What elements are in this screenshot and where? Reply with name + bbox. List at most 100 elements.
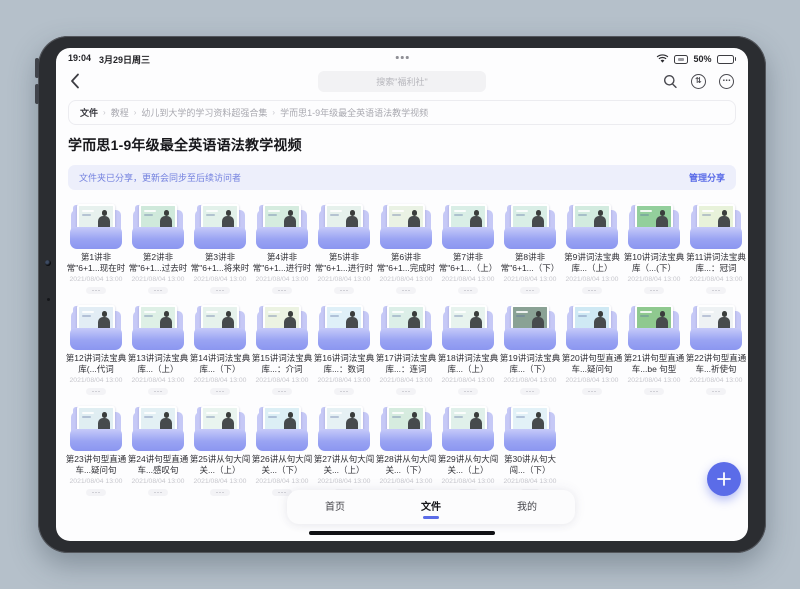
tab-item-home[interactable]: 首页: [287, 490, 383, 524]
folder-icon: [689, 203, 743, 249]
item-more-button[interactable]: [148, 287, 168, 294]
item-more-button[interactable]: [210, 287, 230, 294]
breadcrumb-separator: ›: [272, 108, 275, 117]
item-more-button[interactable]: [396, 287, 416, 294]
home-indicator[interactable]: [309, 531, 495, 536]
breadcrumb-segment[interactable]: 幼儿到大学的学习资料超强合集: [141, 106, 267, 119]
folder-item[interactable]: 第6讲非常"6+1...完成时 2021/08/04 13:00: [375, 203, 437, 294]
status-bar: 19:04 3月29日周三 50%: [56, 48, 748, 66]
folder-item[interactable]: 第17讲词法宝典库...：连词 2021/08/04 13:00: [375, 304, 437, 395]
folder-icon: [69, 203, 123, 249]
battery-icon: [717, 55, 737, 64]
sort-icon[interactable]: ⇅: [691, 74, 706, 89]
item-more-button[interactable]: [272, 388, 292, 395]
breadcrumb-segment[interactable]: 教程: [111, 106, 129, 119]
item-more-button[interactable]: [210, 489, 230, 496]
folder-date: 2021/08/04 13:00: [437, 377, 499, 384]
more-options-icon[interactable]: ⋯: [719, 74, 734, 89]
folder-date: 2021/08/04 13:00: [685, 377, 747, 384]
folder-name: 第11讲词法宝典库...：冠词: [685, 252, 747, 275]
back-button[interactable]: [70, 72, 88, 90]
search-icon[interactable]: [663, 74, 678, 89]
folder-item[interactable]: 第20讲句型直通车...疑问句 2021/08/04 13:00: [561, 304, 623, 395]
item-more-button[interactable]: [86, 489, 106, 496]
front-camera: [45, 260, 51, 266]
folder-name: 第16讲词法宝典库...：数词: [313, 353, 375, 376]
folder-item[interactable]: 第29讲从句大闯关...（上） 2021/08/04 13:00: [437, 405, 499, 496]
folder-item[interactable]: 第22讲句型直通车...祈使句 2021/08/04 13:00: [685, 304, 747, 395]
folder-icon: [317, 405, 371, 451]
folder-item[interactable]: 第27讲从句大闯关...（上） 2021/08/04 13:00: [313, 405, 375, 496]
item-more-button[interactable]: [396, 388, 416, 395]
folder-grid: 第1讲非常"6+1...现在时 2021/08/04 13:00 第2讲非常"6…: [65, 203, 739, 496]
folder-item[interactable]: 第12讲词法宝典库(...代词 2021/08/04 13:00: [65, 304, 127, 395]
folder-icon: [255, 304, 309, 350]
folder-item[interactable]: 第10讲词法宝典库（...(下） 2021/08/04 13:00: [623, 203, 685, 294]
item-more-button[interactable]: [458, 388, 478, 395]
folder-name: 第5讲非常"6+1...进行时: [313, 252, 375, 275]
folder-item[interactable]: 第25讲从句大闯关...（上） 2021/08/04 13:00: [189, 405, 251, 496]
folder-name: 第22讲句型直通车...祈使句: [685, 353, 747, 376]
folder-item[interactable]: 第5讲非常"6+1...进行时 2021/08/04 13:00: [313, 203, 375, 294]
item-more-button[interactable]: [582, 287, 602, 294]
item-more-button[interactable]: [520, 287, 540, 294]
item-more-button[interactable]: [582, 388, 602, 395]
item-more-button[interactable]: [148, 489, 168, 496]
search-input[interactable]: 搜索"福利社": [318, 71, 486, 92]
folder-item[interactable]: 第14讲词法宝典库...（下） 2021/08/04 13:00: [189, 304, 251, 395]
folder-date: 2021/08/04 13:00: [127, 276, 189, 283]
folder-item[interactable]: 第24讲句型直通车...感叹句 2021/08/04 13:00: [127, 405, 189, 496]
manage-share-link[interactable]: 管理分享: [689, 171, 725, 184]
status-time: 19:04: [68, 53, 91, 66]
folder-date: 2021/08/04 13:00: [127, 478, 189, 485]
folder-item[interactable]: 第4讲非常"6+1...进行时 2021/08/04 13:00: [251, 203, 313, 294]
folder-date: 2021/08/04 13:00: [313, 478, 375, 485]
folder-icon: [193, 203, 247, 249]
folder-item[interactable]: 第23讲句型直通车...疑问句 2021/08/04 13:00: [65, 405, 127, 496]
folder-date: 2021/08/04 13:00: [251, 276, 313, 283]
tab-item-files[interactable]: 文件: [383, 490, 479, 524]
folder-item[interactable]: 第26讲从句大闯关...（下） 2021/08/04 13:00: [251, 405, 313, 496]
folder-item[interactable]: 第21讲句型直通车...be 句型 2021/08/04 13:00: [623, 304, 685, 395]
item-more-button[interactable]: [458, 287, 478, 294]
item-more-button[interactable]: [86, 287, 106, 294]
folder-item[interactable]: 第15讲词法宝典库...：介词 2021/08/04 13:00: [251, 304, 313, 395]
folder-item[interactable]: 第11讲词法宝典库...：冠词 2021/08/04 13:00: [685, 203, 747, 294]
folder-icon: [255, 405, 309, 451]
item-more-button[interactable]: [706, 287, 726, 294]
folder-item[interactable]: 第19讲词法宝典库...（下） 2021/08/04 13:00: [499, 304, 561, 395]
item-more-button[interactable]: [272, 287, 292, 294]
folder-item[interactable]: 第13讲词法宝典库...（上） 2021/08/04 13:00: [127, 304, 189, 395]
folder-item[interactable]: 第30讲从句大闯...（下） 2021/08/04 13:00: [499, 405, 561, 496]
item-more-button[interactable]: [210, 388, 230, 395]
folder-date: 2021/08/04 13:00: [375, 377, 437, 384]
folder-date: 2021/08/04 13:00: [313, 377, 375, 384]
folder-item[interactable]: 第18讲词法宝典库...（上） 2021/08/04 13:00: [437, 304, 499, 395]
add-button[interactable]: [707, 462, 741, 496]
item-more-button[interactable]: [148, 388, 168, 395]
item-more-button[interactable]: [644, 388, 664, 395]
folder-item[interactable]: 第1讲非常"6+1...现在时 2021/08/04 13:00: [65, 203, 127, 294]
folder-icon: [503, 405, 557, 451]
folder-item[interactable]: 第7讲非常"6+1...（上） 2021/08/04 13:00: [437, 203, 499, 294]
item-more-button[interactable]: [334, 287, 354, 294]
breadcrumb-segment[interactable]: 文件: [80, 106, 98, 119]
folder-item[interactable]: 第2讲非常"6+1...过去时 2021/08/04 13:00: [127, 203, 189, 294]
folder-item[interactable]: 第28讲从句大闯关...（下） 2021/08/04 13:00: [375, 405, 437, 496]
folder-item[interactable]: 第16讲词法宝典库...：数词 2021/08/04 13:00: [313, 304, 375, 395]
folder-icon: [317, 203, 371, 249]
folder-icon: [131, 203, 185, 249]
item-more-button[interactable]: [520, 388, 540, 395]
tab-item-mine[interactable]: 我的: [479, 490, 575, 524]
folder-item[interactable]: 第3讲非常"6+1...将来时 2021/08/04 13:00: [189, 203, 251, 294]
folder-icon: [69, 304, 123, 350]
folder-item[interactable]: 第9讲词法宝典库...（上） 2021/08/04 13:00: [561, 203, 623, 294]
search-placeholder: 搜索"福利社": [376, 75, 427, 88]
folder-icon: [379, 203, 433, 249]
item-more-button[interactable]: [706, 388, 726, 395]
folder-item[interactable]: 第8讲非常"6+1...（下） 2021/08/04 13:00: [499, 203, 561, 294]
breadcrumb-segment[interactable]: 学而思1-9年级最全英语语法教学视频: [280, 106, 428, 119]
item-more-button[interactable]: [644, 287, 664, 294]
item-more-button[interactable]: [334, 388, 354, 395]
item-more-button[interactable]: [86, 388, 106, 395]
